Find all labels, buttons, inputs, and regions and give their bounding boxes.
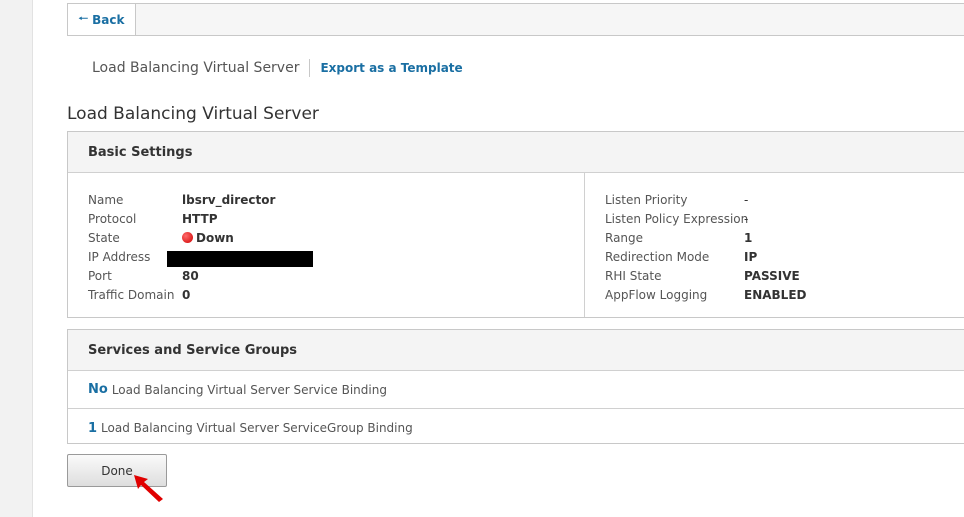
field-label: Listen Policy Expression xyxy=(605,211,749,226)
field-label: Listen Priority xyxy=(605,192,688,207)
state-value: Down xyxy=(182,231,234,245)
field-label: AppFlow Logging xyxy=(605,287,708,302)
field-value: 0 xyxy=(182,287,191,302)
field-value: - xyxy=(744,192,749,207)
breadcrumb-separator xyxy=(309,59,311,77)
field-label: Redirection Mode xyxy=(605,249,710,264)
breadcrumb: Load Balancing Virtual Server Export as … xyxy=(92,58,463,78)
services-header[interactable]: Services and Service Groups xyxy=(68,330,964,371)
field-value: 1 xyxy=(744,230,753,245)
state-down-icon xyxy=(182,231,193,243)
field-port: Port 80 xyxy=(88,266,199,285)
field-name: Name lbsrv_director xyxy=(88,190,275,209)
red-arrow-pointer-icon xyxy=(134,475,163,502)
field-range: Range 1 xyxy=(605,228,752,247)
field-rhi-state: RHI State PASSIVE xyxy=(605,266,800,285)
servicegroup-binding-row[interactable]: 1 Load Balancing Virtual Server ServiceG… xyxy=(68,409,964,447)
field-value: PASSIVE xyxy=(744,268,800,283)
field-state: State Down xyxy=(88,228,234,247)
field-label: Port xyxy=(88,268,112,283)
redacted-ip-value xyxy=(167,251,313,267)
field-ip-address: IP Address xyxy=(88,247,150,266)
field-appflow-logging: AppFlow Logging ENABLED xyxy=(605,285,806,304)
field-value: - xyxy=(744,211,749,226)
service-binding-label: Load Balancing Virtual Server Service Bi… xyxy=(111,382,387,397)
service-binding-row[interactable]: No Load Balancing Virtual Server Service… xyxy=(68,371,964,409)
state-text: Down xyxy=(196,230,234,245)
basic-settings-header[interactable]: Basic Settings xyxy=(68,132,964,173)
field-label: IP Address xyxy=(88,249,151,264)
field-listen-priority: Listen Priority - xyxy=(605,190,748,209)
field-value: 80 xyxy=(182,268,199,283)
done-label: Done xyxy=(101,463,133,478)
field-listen-policy-expression: Listen Policy Expression - xyxy=(605,209,748,228)
services-panel: Services and Service Groups No Load Bala… xyxy=(67,329,964,444)
field-value: HTTP xyxy=(182,211,218,226)
basic-settings-panel: Basic Settings Name lbsrv_director Proto… xyxy=(67,131,964,318)
field-label: RHI State xyxy=(605,268,662,283)
field-redirection-mode: Redirection Mode IP xyxy=(605,247,757,266)
field-traffic-domain: Traffic Domain 0 xyxy=(88,285,190,304)
field-label: Protocol xyxy=(88,211,137,226)
field-value: IP xyxy=(744,249,758,264)
field-label: Name xyxy=(88,192,124,207)
back-label: Back xyxy=(92,12,125,27)
field-protocol: Protocol HTTP xyxy=(88,209,217,228)
field-value: ENABLED xyxy=(744,287,807,302)
left-gutter xyxy=(0,0,33,517)
field-label: Range xyxy=(605,230,644,245)
servicegroup-binding-count[interactable]: 1 xyxy=(88,421,97,436)
page-title: Load Balancing Virtual Server xyxy=(67,104,319,124)
service-binding-count[interactable]: No xyxy=(88,382,108,397)
back-button[interactable]: 🠐 Back xyxy=(68,4,136,35)
export-template-link[interactable]: Export as a Template xyxy=(320,61,462,75)
basic-settings-body: Name lbsrv_director Protocol HTTP State … xyxy=(68,173,964,317)
back-arrow-icon: 🠐 xyxy=(78,12,89,25)
breadcrumb-title: Load Balancing Virtual Server xyxy=(92,60,300,76)
column-divider xyxy=(584,173,585,317)
top-toolbar: 🠐 Back xyxy=(67,3,964,36)
servicegroup-binding-label: Load Balancing Virtual Server ServiceGro… xyxy=(101,421,413,435)
field-label: Traffic Domain xyxy=(88,287,175,302)
field-value: lbsrv_director xyxy=(182,192,276,207)
field-label: State xyxy=(88,230,120,245)
